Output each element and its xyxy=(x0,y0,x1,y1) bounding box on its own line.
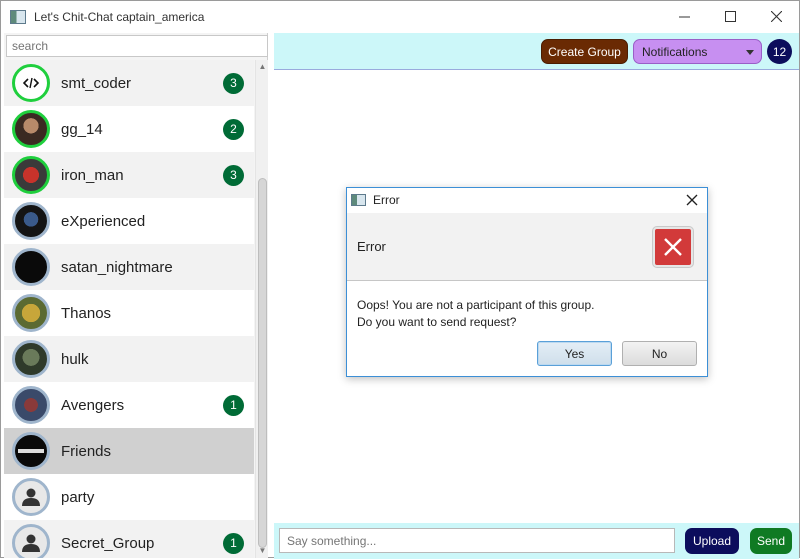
unread-badge: 3 xyxy=(223,72,244,94)
close-button[interactable] xyxy=(753,1,799,32)
dialog-header: Error xyxy=(347,213,707,281)
dialog-header-text: Error xyxy=(357,239,386,254)
minimize-button[interactable] xyxy=(661,1,707,32)
avatar xyxy=(12,248,50,286)
scroll-thumb[interactable] xyxy=(258,178,267,548)
error-icon xyxy=(653,227,693,267)
contact-name: Secret_Group xyxy=(61,534,155,552)
dialog-message: Oops! You are not a participant of this … xyxy=(357,297,595,331)
unread-badge: 2 xyxy=(223,118,244,140)
minimize-icon xyxy=(678,16,690,18)
dialog-message-line2: Do you want to send request? xyxy=(357,315,517,329)
scroll-up-icon[interactable]: ▲ xyxy=(258,63,267,71)
dialog-message-line1: Oops! You are not a participant of this … xyxy=(357,298,595,312)
contact-item[interactable]: Secret_Group 1 xyxy=(4,520,254,558)
code-icon xyxy=(23,77,39,89)
unread-badge: 3 xyxy=(223,164,244,186)
notifications-count-badge[interactable]: 12 xyxy=(767,39,792,64)
avatar xyxy=(12,432,50,470)
main-toolbar: Create Group Notifications 12 xyxy=(274,33,799,70)
chevron-down-icon xyxy=(746,50,754,55)
title-bar: Let's Chit-Chat captain_america xyxy=(1,1,799,32)
sidebar: smt_coder 3 gg_14 2 iron_man 3 eXperienced sata… xyxy=(4,33,268,558)
contact-item[interactable]: Avengers 1 xyxy=(4,382,254,428)
unread-badge: 1 xyxy=(223,532,244,554)
default-user-icon xyxy=(22,534,40,552)
contact-name: Thanos xyxy=(61,304,112,322)
app-window-icon xyxy=(10,9,26,24)
avatar xyxy=(12,294,50,332)
maximize-button[interactable] xyxy=(707,1,753,32)
contact-item[interactable]: hulk xyxy=(4,336,254,382)
window-controls xyxy=(661,1,799,32)
contact-item[interactable]: Friends xyxy=(4,428,254,474)
window-title: Let's Chit-Chat captain_america xyxy=(34,9,205,24)
avatar xyxy=(12,64,50,102)
maximize-icon xyxy=(724,11,736,22)
dialog-title-bar: Error xyxy=(347,188,707,212)
unread-badge: 1 xyxy=(223,394,244,416)
contact-item[interactable]: party xyxy=(4,474,254,520)
error-dialog: Error Error Oops! You are not a particip… xyxy=(346,187,708,377)
contact-item[interactable]: gg_14 2 xyxy=(4,106,254,152)
contact-item[interactable]: satan_nightmare xyxy=(4,244,254,290)
contact-name: party xyxy=(61,488,95,506)
contact-item[interactable]: Thanos xyxy=(4,290,254,336)
contact-name: satan_nightmare xyxy=(61,258,173,276)
avatar xyxy=(12,340,50,378)
sidebar-scrollbar[interactable]: ▲ ▼ xyxy=(255,60,268,558)
contact-item[interactable]: eXperienced xyxy=(4,198,254,244)
close-icon xyxy=(770,11,782,22)
avatar xyxy=(12,386,50,424)
contact-name: Avengers xyxy=(61,396,125,414)
scroll-down-icon[interactable]: ▼ xyxy=(258,547,267,555)
dialog-close-icon[interactable] xyxy=(685,193,699,207)
notifications-dropdown[interactable]: Notifications xyxy=(633,39,762,64)
upload-button[interactable]: Upload xyxy=(685,528,739,554)
search-input[interactable] xyxy=(6,35,268,57)
send-button[interactable]: Send xyxy=(750,528,792,554)
contact-name: eXperienced xyxy=(61,212,146,230)
dialog-app-icon xyxy=(351,194,366,206)
user-icon xyxy=(12,478,50,516)
composer-bar: Upload Send xyxy=(274,523,799,559)
contact-name: hulk xyxy=(61,350,89,368)
user-icon xyxy=(12,524,50,558)
message-input[interactable] xyxy=(279,528,675,553)
avatar xyxy=(12,156,50,194)
contact-name: Friends xyxy=(61,442,112,460)
friends-logo-icon xyxy=(18,449,44,453)
default-user-icon xyxy=(22,488,40,506)
notifications-label: Notifications xyxy=(642,44,708,59)
contact-name: iron_man xyxy=(61,166,124,184)
no-button[interactable]: No xyxy=(622,341,697,366)
contact-name: smt_coder xyxy=(61,74,132,92)
contact-item[interactable]: iron_man 3 xyxy=(4,152,254,198)
yes-button[interactable]: Yes xyxy=(537,341,612,366)
dialog-title: Error xyxy=(373,193,400,207)
contact-name: gg_14 xyxy=(61,120,103,138)
avatar xyxy=(12,202,50,240)
avatar xyxy=(12,110,50,148)
app-window: Let's Chit-Chat captain_america smt_code… xyxy=(0,0,800,559)
contact-item[interactable]: smt_coder 3 xyxy=(4,60,254,106)
contact-list: smt_coder 3 gg_14 2 iron_man 3 eXperienced sata… xyxy=(4,60,254,558)
create-group-button[interactable]: Create Group xyxy=(541,39,628,64)
